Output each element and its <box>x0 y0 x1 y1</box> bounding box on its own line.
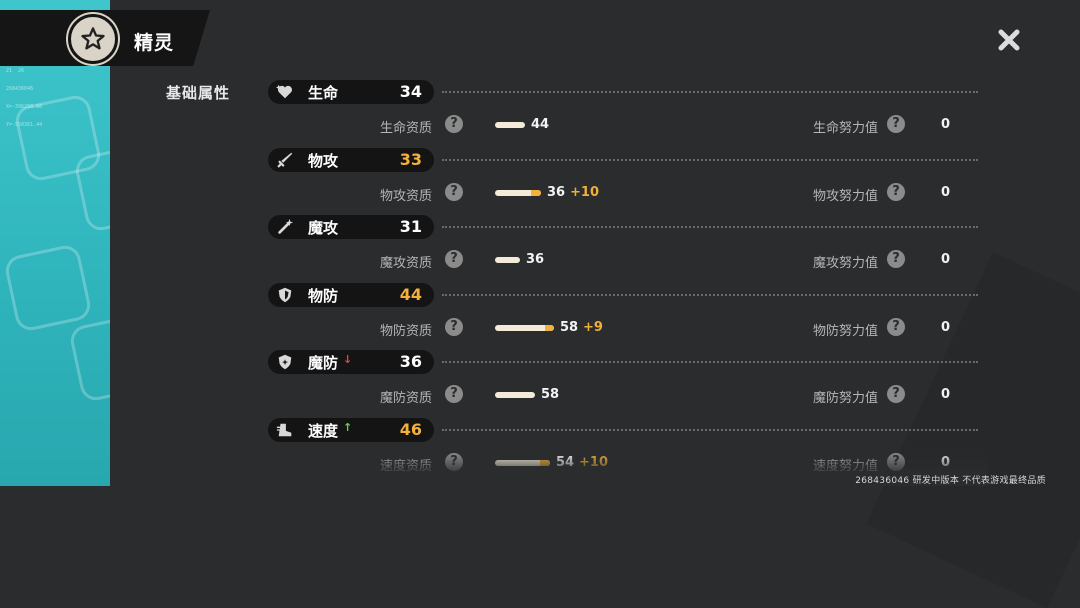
aptitude-bar <box>495 122 525 128</box>
sword-icon <box>276 151 294 169</box>
stat-value: 34 <box>399 82 422 101</box>
aptitude-bonus: +9 <box>583 319 603 335</box>
aptitude-label: 魔攻资质 <box>380 256 433 271</box>
aptitude-label: 魔防资质 <box>380 391 433 406</box>
aptitude-label: 物防资质 <box>380 323 433 339</box>
aptitude-bar <box>495 189 541 196</box>
stat-name: 物防 <box>308 286 339 305</box>
stat-row: 生命 34 <box>268 80 988 104</box>
stat-name: 魔攻 <box>308 219 339 237</box>
magic-wand-icon <box>276 218 294 236</box>
stat-row: 物防 44 <box>268 282 988 307</box>
effort-value: 0 <box>941 387 951 402</box>
stat-name: 速度 <box>308 421 339 440</box>
help-icon[interactable]: ? <box>445 115 463 133</box>
close-button[interactable] <box>996 27 1022 53</box>
stat-pill: 物攻 33 <box>268 147 434 172</box>
aptitude-value: 58 <box>541 387 560 402</box>
dotted-divider <box>442 91 978 93</box>
stat-pill: 物防 44 <box>268 282 434 307</box>
effort-value: 0 <box>941 319 951 335</box>
stat-pill: 生命 34 <box>268 80 434 104</box>
footer-note: 268436046 研发中版本 不代表游戏最终品质 <box>855 473 1046 486</box>
aptitude-bar <box>495 257 520 263</box>
stat-pill: 魔防 ↓ 36 <box>268 350 434 374</box>
stat-row: 速度 ↑ 46 <box>268 417 988 442</box>
close-icon <box>998 29 1020 51</box>
stat-row: 魔防 ↓ 36 <box>268 350 988 374</box>
effort-label: 生命努力值 <box>813 121 879 136</box>
effort-label: 魔防努力值 <box>813 391 879 406</box>
debug-line: Y=-550361.44 <box>6 122 43 128</box>
aptitude-bar <box>495 392 535 398</box>
help-icon[interactable]: ? <box>887 182 905 201</box>
stat-value: 44 <box>399 284 422 304</box>
stat-row: 魔攻 31 <box>268 215 988 239</box>
dotted-divider <box>442 361 978 363</box>
stat-pill: 魔攻 31 <box>268 215 434 239</box>
build-disclaimer: 研发中版本 不代表游戏最终品质 <box>912 476 1046 486</box>
debug-line: X=-396258.66 <box>6 104 43 110</box>
debug-line: 268436046 <box>6 86 34 92</box>
heart-sparkle-icon <box>276 83 294 101</box>
stat-row: 物攻 33 <box>268 147 988 172</box>
dotted-divider <box>442 293 978 296</box>
aptitude-row: 物防资质? 58 +9 物防努力值? 0 <box>380 316 980 340</box>
effort-value: 0 <box>941 184 951 200</box>
help-icon[interactable]: ? <box>445 250 463 268</box>
help-icon[interactable]: ? <box>887 385 905 403</box>
effort-value: 0 <box>941 252 951 267</box>
help-icon[interactable]: ? <box>445 385 463 403</box>
stat-pill: 速度 ↑ 46 <box>268 417 434 442</box>
build-id: 268436046 <box>855 476 910 486</box>
stat-name: 魔防 <box>308 354 339 372</box>
aptitude-bonus-fill <box>531 189 541 196</box>
help-icon[interactable]: ? <box>445 317 463 336</box>
aptitude-value: 58 <box>560 319 579 335</box>
aptitude-value: 36 <box>547 184 566 200</box>
stat-value: 36 <box>399 352 422 371</box>
aptitude-value: 36 <box>526 252 545 267</box>
dotted-divider <box>442 158 978 161</box>
page-title: 精灵 <box>134 32 175 54</box>
shield-icon <box>276 286 294 304</box>
effort-label: 魔攻努力值 <box>813 256 879 271</box>
effort-value: 0 <box>941 117 951 132</box>
stat-value: 46 <box>399 419 422 439</box>
dotted-divider <box>442 226 978 228</box>
arrow-up-icon: ↑ <box>343 420 353 434</box>
magic-shield-icon <box>276 353 294 371</box>
section-label: 基础属性 <box>166 84 231 102</box>
decor-pattern <box>2 242 94 334</box>
stat-name: 生命 <box>308 84 339 102</box>
star-icon <box>68 14 118 64</box>
aptitude-value: 44 <box>531 117 550 132</box>
help-icon[interactable]: ? <box>445 182 463 201</box>
aptitude-label: 生命资质 <box>380 121 433 136</box>
aptitude-label: 物攻资质 <box>380 188 433 204</box>
boot-icon <box>276 421 294 439</box>
help-icon[interactable]: ? <box>887 115 905 133</box>
help-icon[interactable]: ? <box>887 317 905 336</box>
stat-name: 物攻 <box>308 151 339 170</box>
aptitude-bar <box>495 324 554 331</box>
help-icon[interactable]: ? <box>887 250 905 268</box>
stat-value: 33 <box>399 149 422 169</box>
dotted-divider <box>442 428 978 431</box>
debug-line: 21 26 <box>6 68 25 74</box>
arrow-down-icon: ↓ <box>343 353 353 366</box>
effort-label: 物防努力值 <box>813 323 879 339</box>
aptitude-bonus: +10 <box>570 184 599 200</box>
aptitude-row: 魔攻资质? 36 魔攻努力值? 0 <box>380 248 980 272</box>
aptitude-row: 物攻资质? 36 +10 物攻努力值? 0 <box>380 181 980 205</box>
effort-label: 物攻努力值 <box>813 188 879 204</box>
aptitude-row: 生命资质? 44 生命努力值? 0 <box>380 113 980 137</box>
aptitude-row: 魔防资质? 58 魔防努力值? 0 <box>380 383 980 407</box>
stat-value: 31 <box>399 217 422 236</box>
aptitude-bonus-fill <box>545 324 554 331</box>
